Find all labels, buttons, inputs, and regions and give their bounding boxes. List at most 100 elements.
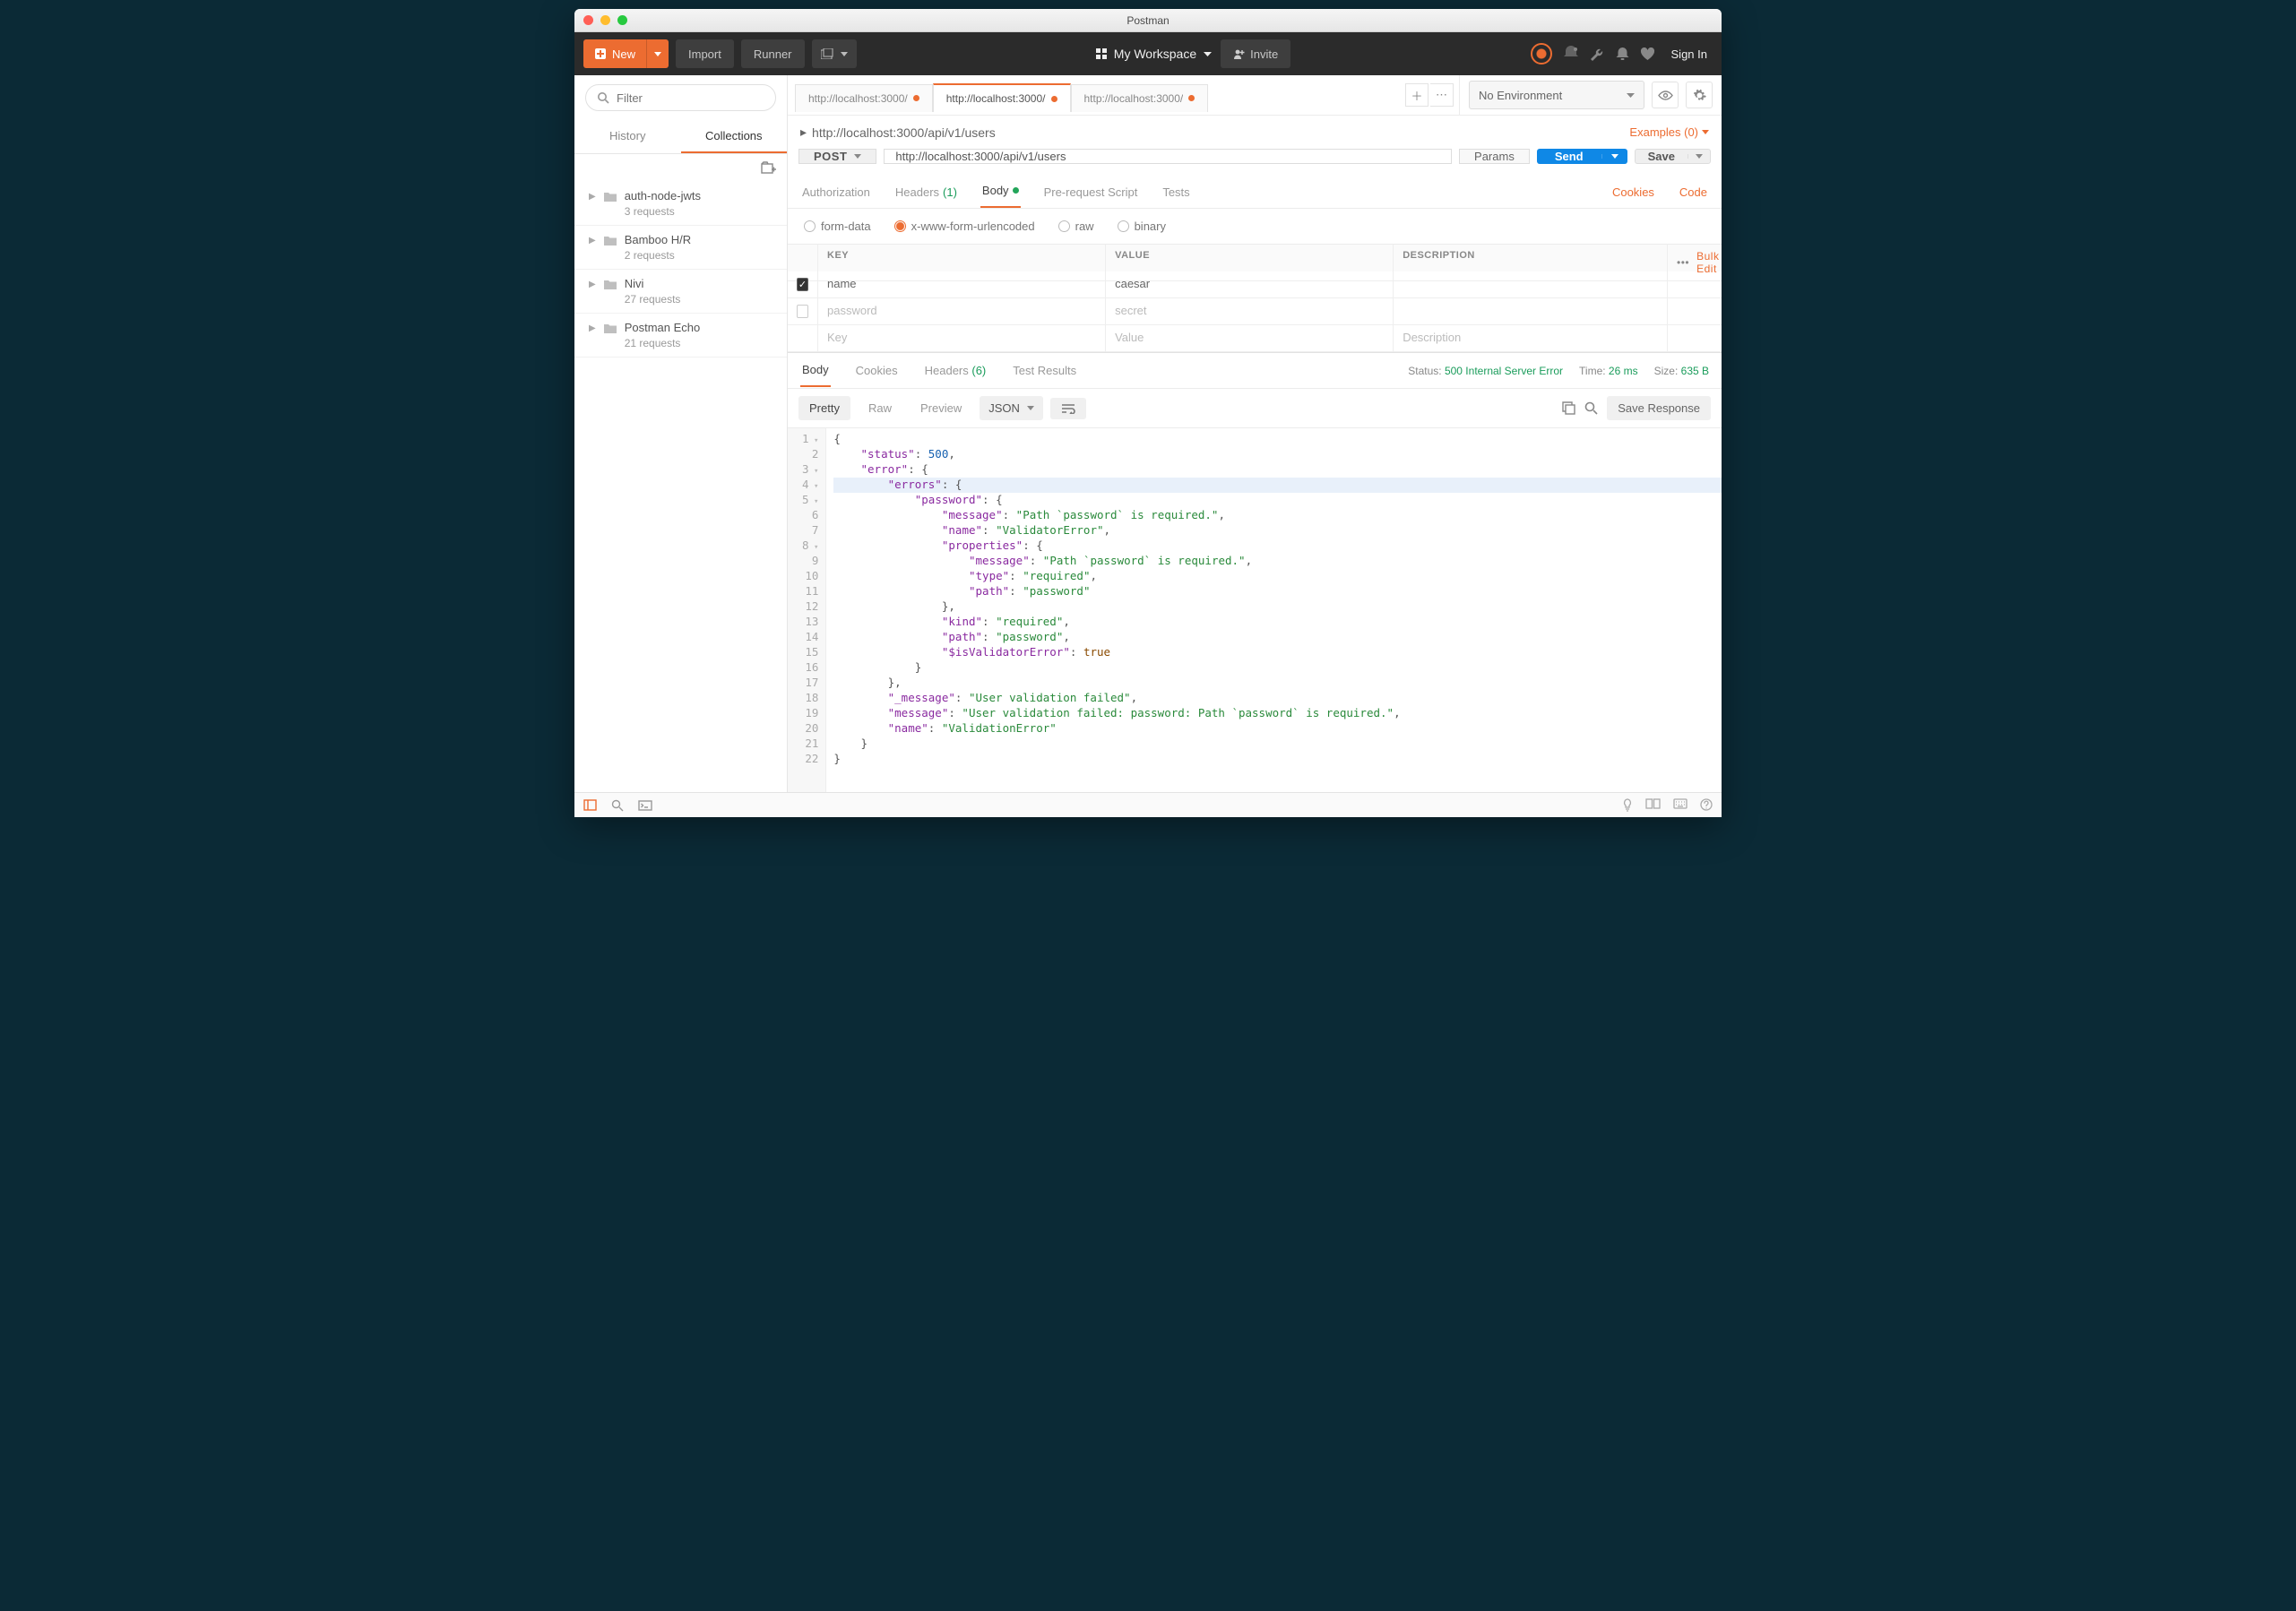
caret-right-icon[interactable]: ▸: [800, 125, 807, 140]
new-button[interactable]: New: [583, 39, 669, 68]
environment-quicklook-icon[interactable]: [1652, 82, 1679, 108]
help-question-icon[interactable]: [1700, 798, 1713, 812]
find-icon[interactable]: [611, 799, 624, 812]
code-line: "message": "Path `password` is required.…: [833, 508, 1722, 523]
sidebar-filter[interactable]: [585, 84, 776, 111]
search-response-icon[interactable]: [1584, 401, 1598, 415]
new-dropdown-caret[interactable]: [646, 39, 669, 68]
url-input[interactable]: http://localhost:3000/api/v1/users: [884, 149, 1452, 164]
dirty-indicator-icon: [1051, 96, 1057, 102]
tab-tests[interactable]: Tests: [1161, 177, 1191, 208]
tab-prerequest[interactable]: Pre-request Script: [1042, 177, 1140, 208]
checkbox[interactable]: ✓: [797, 278, 808, 291]
radio-form-data[interactable]: form-data: [804, 220, 871, 233]
radio-raw[interactable]: raw: [1058, 220, 1094, 233]
send-dropdown-caret[interactable]: [1601, 154, 1627, 159]
tab-actions-menu[interactable]: ⋯: [1430, 83, 1454, 107]
kv-empty-row[interactable]: Key Value Description: [788, 325, 1722, 352]
caret-right-icon: ▶: [589, 280, 596, 289]
radio-binary[interactable]: binary: [1118, 220, 1166, 233]
tab-authorization[interactable]: Authorization: [800, 177, 872, 208]
sidebar-collection-item[interactable]: ▶ Bamboo H/R2 requests: [574, 226, 787, 270]
request-tab[interactable]: http://localhost:3000/: [933, 83, 1071, 112]
import-button[interactable]: Import: [676, 39, 734, 68]
view-preview[interactable]: Preview: [910, 396, 972, 420]
code-line: "path": "password",: [833, 630, 1722, 645]
format-selector[interactable]: JSON: [980, 396, 1043, 420]
folder-icon: [603, 279, 617, 290]
two-pane-icon[interactable]: [1645, 798, 1661, 812]
sync-status-icon[interactable]: [1531, 43, 1552, 65]
request-tab[interactable]: http://localhost:3000/: [795, 84, 933, 112]
breadcrumb: ▸ http://localhost:3000/api/v1/users: [800, 125, 996, 140]
notifications-bell-icon[interactable]: [1616, 47, 1629, 62]
sidebar-toggle-icon[interactable]: [583, 799, 597, 811]
method-selector[interactable]: POST: [798, 149, 876, 164]
settings-wrench-icon[interactable]: [1590, 47, 1605, 62]
code-line: "kind": "required",: [833, 615, 1722, 630]
invite-button[interactable]: Invite: [1221, 39, 1290, 68]
code-line: "name": "ValidatorError",: [833, 523, 1722, 538]
new-window-button[interactable]: [812, 39, 857, 68]
new-tab-button[interactable]: ＋: [1405, 83, 1429, 107]
examples-link[interactable]: Examples (0): [1629, 125, 1709, 139]
tab-collections[interactable]: Collections: [681, 120, 788, 153]
filter-input[interactable]: [617, 91, 774, 105]
code-link[interactable]: Code: [1678, 177, 1709, 208]
workspace-icon: [1096, 48, 1107, 59]
dirty-indicator-icon: [913, 95, 919, 101]
workspace-selector[interactable]: My Workspace: [1096, 47, 1212, 61]
response-tab-body[interactable]: Body: [800, 354, 831, 387]
plus-icon: [594, 47, 607, 60]
wrap-lines-icon[interactable]: [1050, 398, 1086, 419]
code-line: }: [833, 737, 1722, 752]
save-button[interactable]: Save: [1635, 149, 1711, 164]
save-dropdown-caret[interactable]: [1687, 154, 1710, 159]
view-pretty[interactable]: Pretty: [798, 396, 850, 420]
copy-response-icon[interactable]: [1562, 401, 1575, 415]
environment-selector[interactable]: No Environment: [1469, 81, 1644, 109]
sidebar: History Collections ▶ auth-node-jwts3 re…: [574, 75, 788, 792]
radio-x-www-form-urlencoded[interactable]: x-www-form-urlencoded: [894, 220, 1035, 233]
params-button[interactable]: Params: [1459, 149, 1530, 164]
cookies-link[interactable]: Cookies: [1610, 177, 1656, 208]
tab-history[interactable]: History: [574, 120, 681, 153]
minimize-window-icon[interactable]: [600, 15, 610, 25]
request-tab[interactable]: http://localhost:3000/: [1071, 84, 1209, 112]
kv-more-icon[interactable]: •••: [1677, 256, 1689, 269]
close-window-icon[interactable]: [583, 15, 593, 25]
save-response-button[interactable]: Save Response: [1607, 396, 1711, 420]
response-tab-cookies[interactable]: Cookies: [854, 355, 900, 386]
checkbox[interactable]: ✓: [797, 305, 808, 318]
sidebar-collection-item[interactable]: ▶ auth-node-jwts3 requests: [574, 182, 787, 226]
new-collection-icon[interactable]: [761, 161, 776, 175]
new-button-label: New: [612, 47, 635, 61]
caret-right-icon: ▶: [589, 192, 596, 202]
heart-icon[interactable]: [1640, 47, 1655, 61]
sidebar-collection-item[interactable]: ▶ Nivi27 requests: [574, 270, 787, 314]
caret-right-icon: ▶: [589, 236, 596, 246]
kv-row[interactable]: ✓ passwordsecret: [788, 298, 1722, 325]
response-tab-test-results[interactable]: Test Results: [1011, 355, 1078, 386]
view-raw[interactable]: Raw: [858, 396, 902, 420]
sidebar-collection-item[interactable]: ▶ Postman Echo21 requests: [574, 314, 787, 358]
caret-right-icon: ▶: [589, 323, 596, 333]
environment-settings-icon[interactable]: [1686, 82, 1713, 108]
code-line: "message": "Path `password` is required.…: [833, 554, 1722, 569]
invite-person-icon: [1233, 48, 1245, 60]
keyboard-shortcuts-icon[interactable]: [1673, 798, 1687, 812]
maximize-window-icon[interactable]: [617, 15, 627, 25]
header-toolbar: New Import Runner My Workspace Invite: [574, 32, 1722, 75]
folder-icon: [603, 191, 617, 202]
response-tab-headers[interactable]: Headers (6): [923, 355, 988, 386]
tab-body[interactable]: Body: [980, 175, 1021, 208]
send-button[interactable]: Send: [1537, 149, 1627, 164]
sign-in-link[interactable]: Sign In: [1666, 47, 1713, 61]
code-line: "path": "password": [833, 584, 1722, 599]
capture-icon[interactable]: [1563, 46, 1579, 62]
kv-row[interactable]: ✓ namecaesar: [788, 271, 1722, 298]
help-bulb-icon[interactable]: [1622, 798, 1633, 812]
console-icon[interactable]: [638, 800, 652, 811]
runner-button[interactable]: Runner: [741, 39, 805, 68]
tab-headers[interactable]: Headers (1): [893, 177, 959, 208]
